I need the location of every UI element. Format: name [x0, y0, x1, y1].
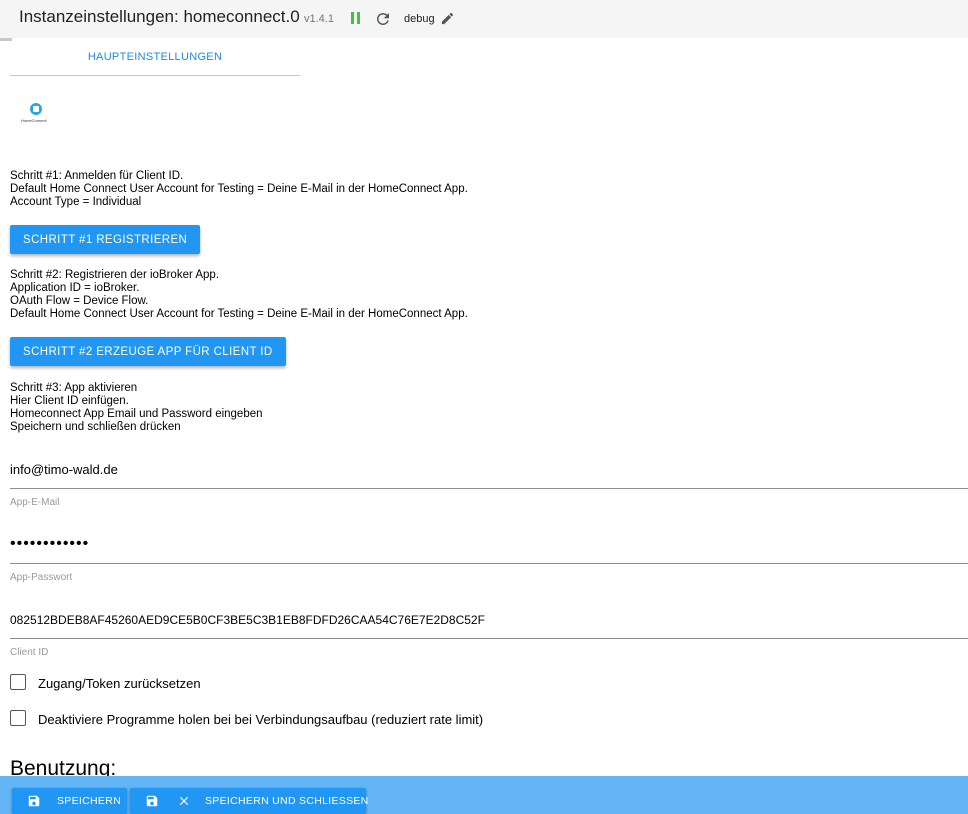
email-underline: [10, 488, 968, 489]
step3-line: Speichern und schließen drücken: [10, 421, 181, 433]
logo-text: HomeConnect: [21, 118, 47, 123]
save-button-label: SPEICHERN: [57, 795, 121, 807]
edit-log-level-icon[interactable]: [440, 11, 456, 27]
save-and-close-button-label: SPEICHERN UND SCHLIESSEN: [205, 795, 369, 807]
step2-line: Schritt #2: Registrieren der ioBroker Ap…: [10, 269, 220, 281]
step2-line: Application ID = ioBroker.: [10, 282, 140, 294]
title-bar: Instanzeinstellungen: homeconnect.0 v1.4…: [0, 0, 968, 41]
save-and-close-button[interactable]: SPEICHERN UND SCHLIESSEN: [130, 788, 369, 814]
step1-line: Default Home Connect User Account for Te…: [10, 183, 468, 195]
version-label: v1.4.1: [304, 13, 334, 25]
step3-text: Schritt #3: App aktivieren Hier Client I…: [10, 382, 263, 434]
step1-register-button[interactable]: SCHRITT #1 REGISTRIEREN: [10, 225, 201, 254]
disable-programs-checkbox[interactable]: [10, 710, 26, 726]
step2-text: Schritt #2: Registrieren der ioBroker Ap…: [10, 269, 468, 321]
client-id-label: Client ID: [10, 647, 49, 658]
step1-text: Schritt #1: Anmelden für Client ID. Defa…: [10, 170, 468, 209]
app-password-label: App-Passwort: [10, 572, 73, 583]
floppy-disk-icon: [145, 794, 159, 808]
save-button[interactable]: SPEICHERN: [12, 788, 127, 814]
step3-line: Homeconnect App Email und Password einge…: [10, 408, 263, 420]
step1-line: Schritt #1: Anmelden für Client ID.: [10, 170, 184, 182]
disable-programs-label: Deaktiviere Programme holen bei bei Verb…: [38, 712, 484, 727]
footer-bar: SPEICHERN SPEICHERN UND SCHLIESSEN: [0, 776, 968, 814]
client-id-underline: [10, 638, 968, 639]
step1-line: Account Type = Individual: [10, 196, 142, 208]
reload-icon[interactable]: [374, 10, 392, 28]
app-password-input[interactable]: ••••••••••••: [10, 535, 89, 553]
reset-token-checkbox[interactable]: [10, 674, 26, 690]
pause-icon[interactable]: [349, 11, 363, 26]
app-email-input[interactable]: info@timo-wald.de: [10, 462, 118, 477]
tab-label: HAUPTEINSTELLUNGEN: [87, 51, 223, 63]
password-underline: [10, 563, 968, 564]
log-level-label: debug: [404, 13, 435, 25]
close-icon: [177, 794, 191, 808]
page-title: Instanzeinstellungen: homeconnect.0: [19, 7, 300, 26]
step2-line: Default Home Connect User Account for Te…: [10, 308, 468, 320]
app-email-label: App-E-Mail: [10, 497, 60, 508]
client-id-input[interactable]: 082512BDEB8AF45260AED9CE5B0CF3BE5C3B1EB8…: [10, 613, 485, 627]
logo-house-icon: [33, 106, 39, 112]
reset-token-label: Zugang/Token zurücksetzen: [38, 676, 201, 691]
tab-haupteinstellungen[interactable]: HAUPTEINSTELLUNGEN: [10, 40, 300, 76]
step3-line: Schritt #3: App aktivieren: [10, 382, 138, 394]
homeconnect-logo: HomeConnect: [20, 102, 50, 126]
step2-line: OAuth Flow = Device Flow.: [10, 295, 149, 307]
step2-create-app-button[interactable]: SCHRITT #2 ERZEUGE APP FÜR CLIENT ID: [10, 337, 286, 366]
floppy-disk-icon: [27, 794, 41, 808]
step3-line: Hier Client ID einfügen.: [10, 395, 129, 407]
